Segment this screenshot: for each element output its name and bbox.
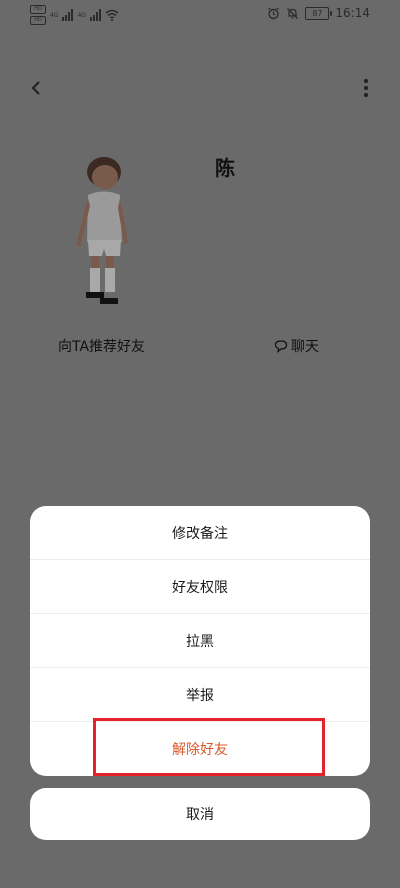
hd-icons: HD HD: [30, 5, 46, 25]
chat-button[interactable]: 聊天: [274, 336, 319, 356]
status-left: HD HD 4G 4G: [30, 5, 119, 25]
cancel-button[interactable]: 取消: [30, 788, 370, 840]
status-bar: HD HD 4G 4G 87 16:14: [0, 0, 400, 28]
wifi-icon: [105, 9, 119, 21]
signal-icon: [89, 9, 101, 21]
chevron-left-icon: [31, 81, 40, 95]
network-label: 4G: [77, 11, 86, 19]
battery-icon: 87: [305, 6, 333, 20]
report-option[interactable]: 举报: [30, 668, 370, 722]
chat-bubble-icon: [274, 340, 288, 353]
status-right: 87 16:14: [267, 6, 370, 20]
screen: HD HD 4G 4G 87 16:14 陈 向TA推荐好友 聊天 修改备注 好…: [0, 0, 400, 888]
block-option[interactable]: 拉黑: [30, 614, 370, 668]
alarm-icon: [268, 7, 280, 19]
signal-icon: [62, 9, 74, 21]
highlight-annotation-box: [93, 718, 325, 776]
friend-permissions-option[interactable]: 好友权限: [30, 560, 370, 614]
chat-label: 聊天: [291, 339, 319, 355]
status-time: 16:14: [335, 6, 370, 20]
back-button[interactable]: [22, 74, 50, 102]
more-button[interactable]: [356, 74, 376, 102]
hd-icon: HD: [30, 5, 46, 14]
hd-icon: HD: [30, 16, 46, 25]
network-label: 4G: [50, 11, 59, 19]
recommend-friend-link[interactable]: 向TA推荐好友: [58, 336, 145, 356]
contact-name: 陈: [215, 156, 235, 180]
avatar: [76, 157, 128, 304]
edit-remark-option[interactable]: 修改备注: [30, 506, 370, 560]
more-vertical-icon: [364, 79, 368, 97]
mute-bell-icon: [287, 7, 299, 19]
